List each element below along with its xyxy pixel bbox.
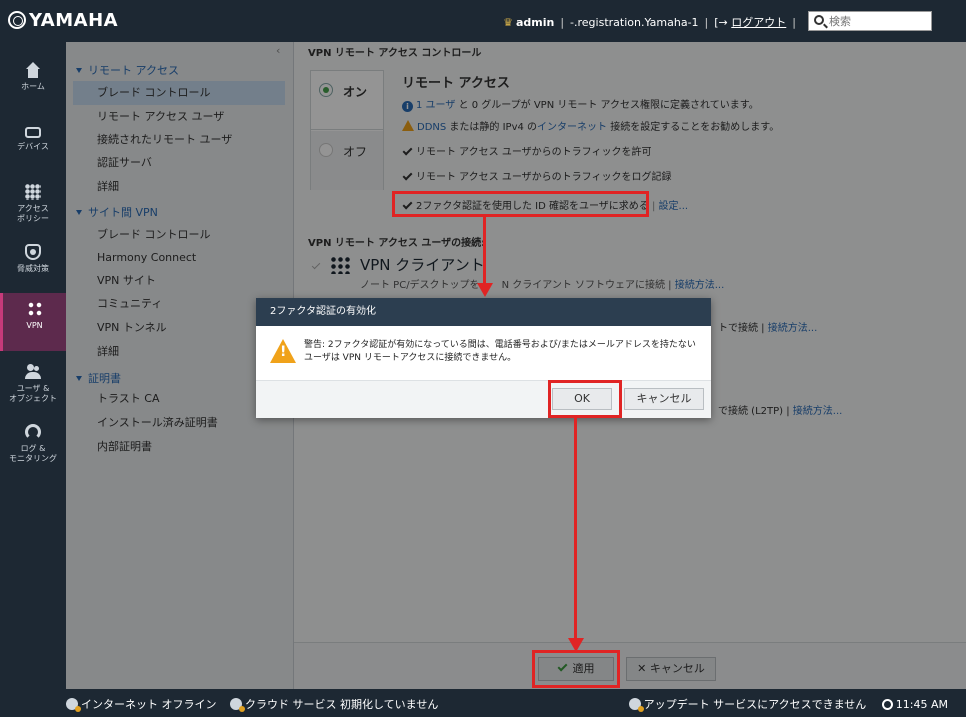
- nav-threat-prevention[interactable]: 脅威対策: [0, 236, 66, 294]
- crown-icon: ♛: [503, 16, 513, 29]
- update-icon: [628, 698, 644, 712]
- nav-vpn[interactable]: VPN: [0, 293, 66, 351]
- nav-logs-monitoring[interactable]: ログ & モニタリング: [0, 416, 66, 474]
- search-input[interactable]: [829, 12, 929, 30]
- nav-access-policy[interactable]: アクセス ポリシー: [0, 176, 66, 234]
- device-icon: [25, 127, 41, 138]
- device-name: -.registration.Yamaha-1: [570, 16, 699, 29]
- clock-time: 11:45 AM: [895, 698, 948, 711]
- top-bar: YAMAHA ♛ admin | -.registration.Yamaha-1 | [→…: [0, 0, 966, 42]
- cloud-icon: [230, 698, 245, 712]
- dialog-cancel-button[interactable]: キャンセル: [624, 388, 704, 410]
- arrow-line: [483, 217, 486, 285]
- main-nav: ホーム デバイス アクセス ポリシー 脅威対策 VPN ユーザ & オブジェクト ロ…: [0, 42, 66, 689]
- user-info: ♛ admin | -.registration.Yamaha-1 | [→ ログアウト |: [503, 16, 796, 29]
- update-status[interactable]: アップデート サービスにアクセスできません: [644, 698, 867, 711]
- yamaha-logo[interactable]: YAMAHA: [8, 10, 118, 31]
- grid-icon: [25, 184, 41, 200]
- users-icon: [25, 364, 41, 380]
- logout-link[interactable]: ログアウト: [731, 16, 786, 29]
- logout-icon[interactable]: [→: [714, 16, 728, 29]
- home-icon: [25, 62, 41, 78]
- admin-name[interactable]: admin: [516, 16, 554, 29]
- cloud-status[interactable]: クラウド サービス 初期化していません: [245, 698, 438, 711]
- status-bar: インターネット オフライン クラウド サービス 初期化していません アップデート…: [0, 689, 966, 717]
- clock-icon: [881, 699, 893, 710]
- highlight-apply: [532, 650, 620, 688]
- arrow-down-icon: [477, 283, 493, 297]
- dialog-title: 2ファクタ認証の有効化: [256, 298, 711, 326]
- gauge-icon: [25, 424, 41, 440]
- dialog-message: 警告: 2ファクタ認証が有効になっている間は、電話番号および/またはメールアドレ…: [304, 340, 696, 363]
- nav-device[interactable]: デバイス: [0, 116, 66, 174]
- arrow-line: [574, 418, 577, 640]
- search-icon: [814, 15, 824, 25]
- internet-status[interactable]: インターネット オフライン: [81, 698, 217, 711]
- nav-users-objects[interactable]: ユーザ & オブジェクト: [0, 356, 66, 414]
- tuning-fork-icon: [8, 11, 26, 29]
- vpn-icon: [26, 301, 43, 317]
- highlight-ok: [548, 380, 622, 418]
- shield-icon: [25, 244, 41, 260]
- globe-icon: [66, 698, 81, 712]
- two-factor-dialog: 2ファクタ認証の有効化 警告: 2ファクタ認証が有効になっている間は、電話番号お…: [256, 298, 711, 418]
- search-box[interactable]: [808, 11, 932, 31]
- nav-home[interactable]: ホーム: [0, 54, 66, 112]
- highlight-two-factor: [392, 191, 649, 217]
- warning-icon: [270, 339, 296, 363]
